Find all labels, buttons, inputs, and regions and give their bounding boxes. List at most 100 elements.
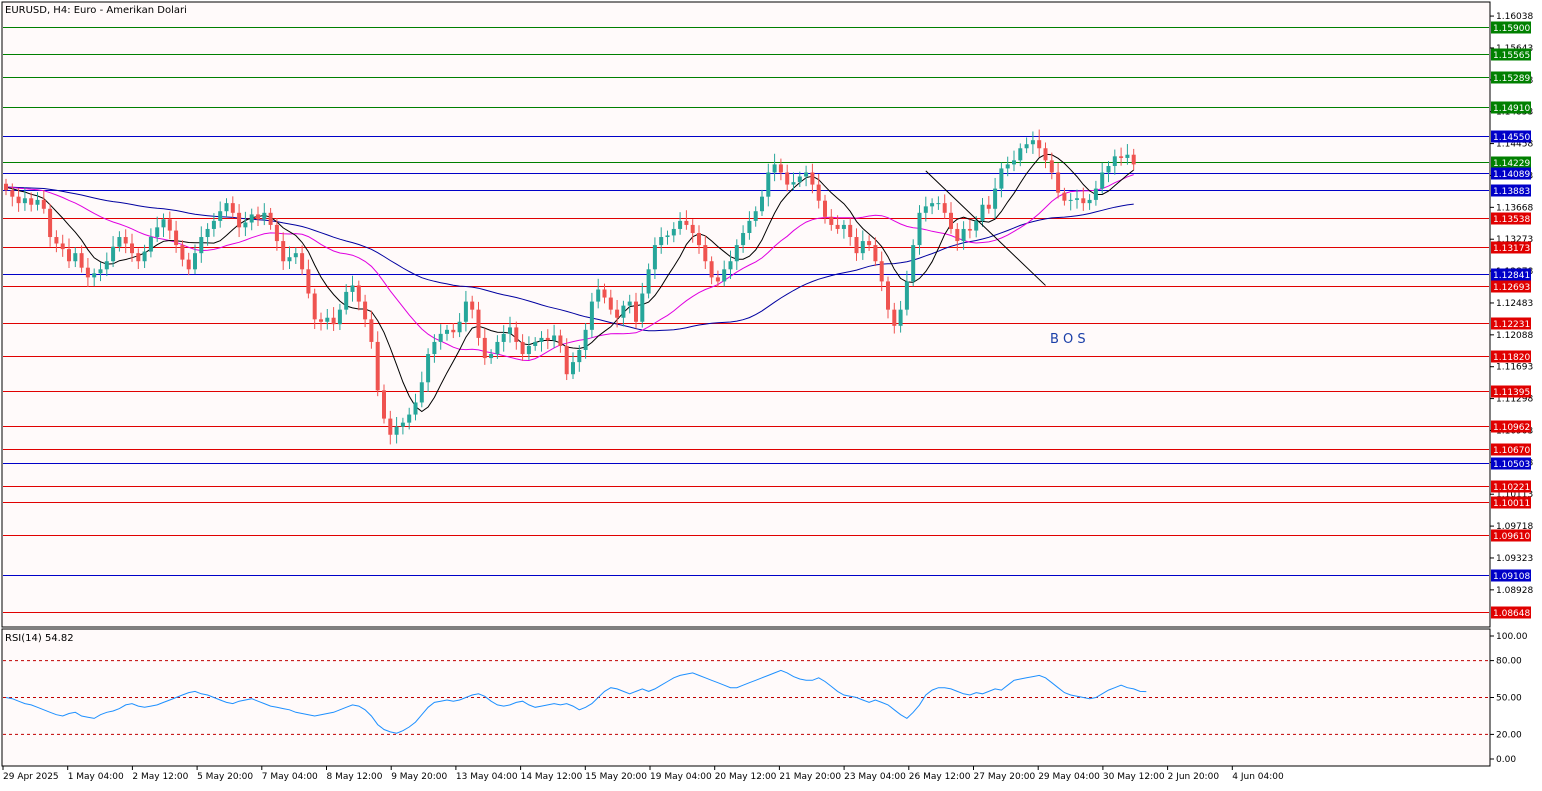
time-tick-label: 19 May 04:00 <box>650 772 712 782</box>
candle-body <box>167 219 172 231</box>
candle-body <box>848 224 853 238</box>
level-tag-label: 1.13538 <box>1493 215 1530 225</box>
candle-body <box>829 216 834 225</box>
candle-body <box>1018 148 1023 161</box>
candle-body <box>73 253 78 262</box>
rsi-tick-label: 0.00 <box>1496 755 1516 765</box>
candle-body <box>634 301 638 322</box>
level-tag-label: 1.12231 <box>1493 320 1530 330</box>
time-tick-label: 27 May 20:00 <box>974 772 1036 782</box>
level-tag-label: 1.09108 <box>1493 572 1530 582</box>
candle-body <box>797 176 802 183</box>
candle-body <box>337 309 342 325</box>
level-tag-label: 1.13173 <box>1493 244 1530 254</box>
time-tick-label: 2 May 12:00 <box>132 772 188 782</box>
candle-body <box>29 198 34 205</box>
candle-body <box>993 188 998 209</box>
candle-body <box>501 333 506 342</box>
candle-body <box>879 261 884 282</box>
candle-body <box>35 199 40 205</box>
time-tick-label: 29 Apr 2025 <box>3 772 59 782</box>
candle-body <box>85 267 90 278</box>
candle-body <box>426 354 431 383</box>
level-tag-label: 1.10503 <box>1493 460 1530 470</box>
candle-body <box>892 309 897 326</box>
candle-body <box>722 269 727 282</box>
candle-body <box>495 341 500 355</box>
candle-body <box>514 327 519 342</box>
candle-body <box>835 224 840 229</box>
candle-body <box>923 206 928 213</box>
candle-body <box>142 251 147 262</box>
time-tick-label: 15 May 20:00 <box>585 772 647 782</box>
price-tick-label: 1.09323 <box>1496 554 1533 564</box>
candle-body <box>1106 166 1111 173</box>
candle-body <box>961 228 966 242</box>
candle-body <box>123 237 128 244</box>
candle-body <box>268 212 273 225</box>
candle-body <box>678 220 683 229</box>
candle-body <box>526 345 531 355</box>
candle-body <box>104 261 109 270</box>
candle-body <box>602 289 607 298</box>
candle-body <box>949 212 953 229</box>
candle-body <box>205 228 210 238</box>
candle-body <box>16 196 21 204</box>
candle-body <box>766 172 771 197</box>
candle-body <box>117 237 122 247</box>
candle-body <box>400 422 405 427</box>
chart-canvas[interactable]: 1.160381.156431.152481.148531.144581.140… <box>0 0 1542 787</box>
candle-body <box>470 301 475 310</box>
candle-body <box>256 214 260 220</box>
candle-body <box>363 301 368 320</box>
candle-body <box>904 281 909 310</box>
candle-body <box>652 245 657 270</box>
level-tag-label: 1.14910 <box>1493 104 1530 114</box>
candle-body <box>778 164 783 173</box>
chart-title: EURUSD, H4: Euro - Amerikan Dolari <box>5 5 187 16</box>
level-tag-label: 1.13883 <box>1493 187 1530 197</box>
candle-body <box>986 204 991 209</box>
candle-body <box>344 291 349 310</box>
candle-body <box>186 259 191 270</box>
candle-body <box>615 309 620 318</box>
candle-body <box>1037 140 1042 149</box>
candle-body <box>1049 160 1054 173</box>
candle-body <box>545 337 550 341</box>
candle-body <box>841 224 846 229</box>
candle-body <box>476 309 481 338</box>
candle-body <box>306 269 311 294</box>
candle-body <box>67 249 71 262</box>
candle-body <box>287 257 292 262</box>
level-tag-label: 1.10962 <box>1493 423 1530 433</box>
level-tag-label: 1.08648 <box>1493 609 1530 619</box>
main-plot-area[interactable] <box>1 1 1491 628</box>
rsi-tick-label: 100.00 <box>1496 632 1528 642</box>
candle-body <box>810 172 815 185</box>
candle-body <box>697 232 701 246</box>
rsi-tick-label: 50.00 <box>1496 694 1522 704</box>
candle-body <box>608 297 613 310</box>
candle-body <box>747 220 752 233</box>
time-tick-label: 8 May 12:00 <box>327 772 383 782</box>
candle-body <box>1119 156 1124 158</box>
time-tick-label: 5 May 20:00 <box>197 772 253 782</box>
candle-body <box>1131 154 1136 165</box>
candle-body <box>1024 144 1029 149</box>
candle-body <box>665 235 670 238</box>
candle-body <box>98 269 103 274</box>
candle-body <box>230 203 235 213</box>
price-tick-label: 1.13668 <box>1496 203 1533 213</box>
level-tag-label: 1.12841 <box>1493 271 1530 281</box>
candle-body <box>703 245 708 262</box>
price-tick-label: 1.16038 <box>1496 12 1533 22</box>
time-tick-label: 21 May 20:00 <box>779 772 841 782</box>
time-tick-label: 1 May 04:00 <box>68 772 124 782</box>
level-tag-label: 1.14089 <box>1493 170 1530 180</box>
candle-body <box>596 289 601 302</box>
rsi-tick-label: 80.00 <box>1496 657 1522 667</box>
candle-body <box>1062 192 1067 201</box>
candle-body <box>54 237 59 244</box>
candle-body <box>463 301 468 322</box>
candle-body <box>237 212 242 228</box>
